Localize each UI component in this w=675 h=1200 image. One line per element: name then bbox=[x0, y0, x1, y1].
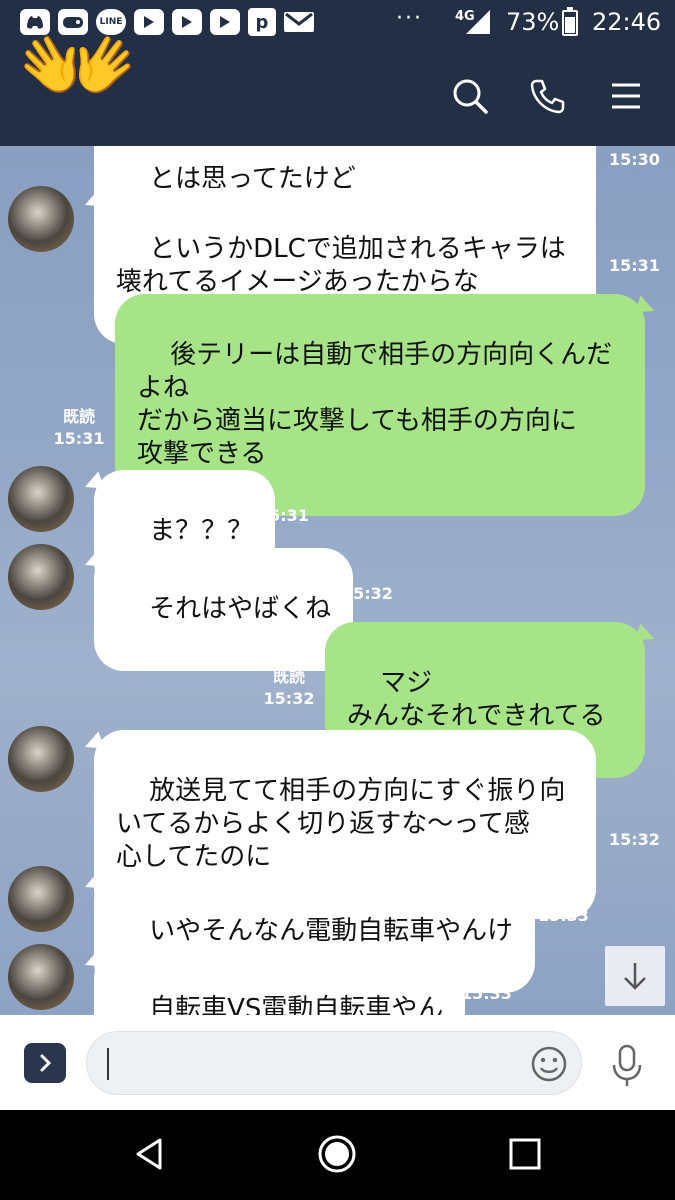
menu-icon[interactable] bbox=[606, 76, 646, 116]
message-time: 15:33 bbox=[461, 984, 512, 1003]
scroll-to-bottom-button[interactable] bbox=[605, 946, 665, 1006]
raised-hands-sticker: 👐 bbox=[18, 10, 137, 122]
avatar[interactable] bbox=[8, 866, 74, 932]
message-time: 15:32 bbox=[342, 584, 393, 603]
message-text: というかDLCで追加されるキャラは 壊れてるイメージあったからな bbox=[116, 234, 566, 297]
message-time: 15:31 bbox=[53, 429, 105, 448]
message-time: 15:30 bbox=[609, 150, 660, 169]
clock: 22:46 bbox=[592, 8, 662, 36]
read-label: 既読 bbox=[62, 407, 95, 426]
message-input-bar bbox=[0, 1015, 675, 1110]
youtube-icon bbox=[134, 9, 164, 35]
navigation-bar bbox=[0, 1110, 675, 1200]
message-text: いやそんなん電動自転車やんけ bbox=[149, 916, 514, 946]
youtube-icon bbox=[172, 9, 202, 35]
chevron-right-icon bbox=[40, 1054, 52, 1072]
youtube-icon bbox=[210, 9, 240, 35]
chat-area[interactable]: とは思ってたけど 15:30 というかDLCで追加されるキャラは 壊れてるイメー… bbox=[0, 146, 675, 1015]
phone-icon[interactable] bbox=[528, 76, 568, 116]
avatar[interactable] bbox=[8, 944, 74, 1010]
mic-icon[interactable] bbox=[606, 1043, 648, 1087]
message-input[interactable] bbox=[86, 1031, 582, 1095]
arrow-down-icon bbox=[624, 963, 646, 990]
message-time: 15:33 bbox=[538, 906, 589, 925]
incoming-message-bubble[interactable]: 自転車VS電動自転車やん bbox=[94, 948, 466, 1015]
search-icon[interactable] bbox=[450, 76, 490, 116]
emoji-icon[interactable] bbox=[529, 1044, 569, 1084]
back-icon[interactable] bbox=[130, 1134, 170, 1174]
message-text: 自転車VS電動自転車やん bbox=[149, 994, 444, 1015]
expand-button[interactable] bbox=[24, 1043, 66, 1083]
avatar[interactable] bbox=[8, 726, 74, 792]
incoming-message-bubble[interactable]: それはやばくね bbox=[94, 548, 354, 671]
message-time: 15:32 bbox=[263, 689, 315, 708]
message-text: それはやばくね bbox=[149, 594, 332, 624]
battery-percent: 73% bbox=[506, 8, 560, 36]
message-text: マジ みんなそれできれてる bbox=[347, 668, 606, 731]
read-receipt: 既読 15:32 bbox=[263, 666, 315, 710]
message-time: 15:32 bbox=[609, 830, 660, 849]
recents-icon[interactable] bbox=[505, 1134, 545, 1174]
read-label: 既読 bbox=[272, 667, 305, 686]
avatar[interactable] bbox=[8, 466, 74, 532]
message-text: 放送見てて相手の方向にすぐ振り向 いてるからよく切り返すな〜って感 心してたのに bbox=[116, 776, 566, 872]
home-icon[interactable] bbox=[317, 1134, 357, 1174]
message-time: 15:31 bbox=[609, 256, 660, 275]
battery-fill bbox=[565, 17, 575, 33]
message-text: 後テリーは自動で相手の方向向くんだ よね だから適当に攻撃しても相手の方向に 攻… bbox=[137, 340, 613, 469]
avatar[interactable] bbox=[8, 186, 74, 252]
text-cursor bbox=[107, 1048, 109, 1080]
signal-icon bbox=[466, 10, 490, 34]
read-receipt: 既読 15:31 bbox=[53, 406, 105, 450]
mail-icon bbox=[284, 12, 314, 32]
battery-icon bbox=[562, 7, 578, 36]
pixiv-icon: p bbox=[248, 8, 276, 36]
message-time: 15:31 bbox=[258, 506, 309, 525]
message-text: ま？？？ bbox=[149, 516, 254, 546]
chat-header: 👐 bbox=[0, 18, 675, 146]
more-notifications: ··· bbox=[396, 6, 423, 31]
avatar[interactable] bbox=[8, 544, 74, 610]
